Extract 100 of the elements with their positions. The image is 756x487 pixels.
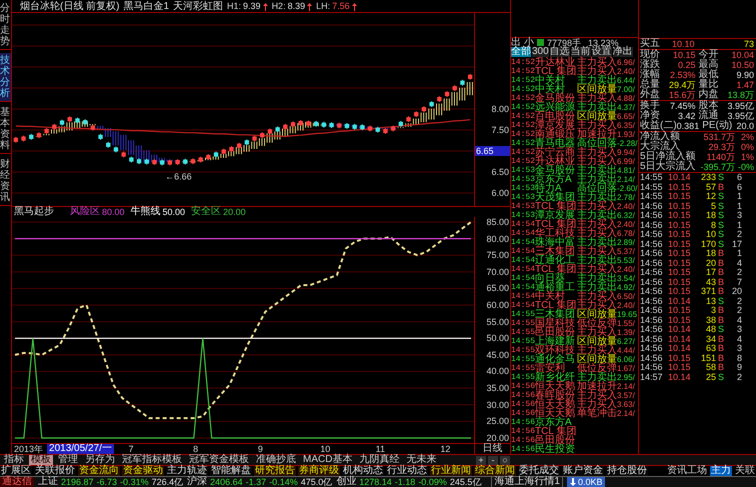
info-tab[interactable]: 主力轨迹 (166, 466, 208, 476)
feed-value: 6.06/ (617, 355, 635, 364)
feed-time: 14:52 (511, 85, 535, 94)
feed-tab[interactable]: 自选 (550, 47, 570, 57)
info-tab[interactable]: 券商评级 (298, 466, 340, 476)
signal-label: 区间放量 (577, 310, 617, 319)
panel-tab[interactable]: 主力 (710, 466, 732, 476)
date-tick-label: 11 (374, 444, 386, 454)
signal-label: 主力买入 (577, 229, 617, 238)
tick-volume: 8 (710, 220, 716, 230)
line-value: 7.56 (332, 1, 350, 12)
axis-tick-label: 75.00 (486, 250, 509, 260)
tick-time: 14:56 (640, 316, 664, 325)
template-tab[interactable]: 指标 (2, 455, 26, 465)
signal-label: 主力卖出 (577, 175, 617, 184)
template-tab[interactable]: 九阴真经 (357, 455, 402, 465)
signal-label: 低位反弹 (577, 319, 617, 328)
candlestick (236, 142, 242, 150)
info-tab[interactable]: 智能解盘 (210, 466, 252, 476)
tick-count: 6 (736, 182, 742, 192)
stock-name: 辽通化工 (535, 256, 575, 265)
panel-tab[interactable]: 关联 (734, 466, 756, 476)
side-tab[interactable]: 分时走势 (0, 1, 11, 50)
panel-tab[interactable]: 资讯工场 (666, 466, 708, 476)
candlestick (460, 79, 465, 86)
stock-name: 南通锻压 (535, 130, 576, 139)
axis-tick-label: 85.00 (486, 217, 509, 227)
price-axis-label: 7.50 (491, 125, 509, 136)
zoom-button[interactable]: - (488, 456, 498, 464)
candlestick (68, 116, 72, 123)
info-tab[interactable]: 行业新闻 (430, 466, 472, 476)
feed-value: 2.40/ (617, 220, 635, 229)
tick-count: 3 (736, 211, 742, 220)
candlestick (175, 158, 180, 166)
template-tab[interactable]: 无未来 (404, 455, 438, 465)
feed-value: 2.14/ (617, 409, 635, 418)
side-tab[interactable]: 基本资料 (0, 105, 11, 154)
feed-tab[interactable]: 全部 (511, 47, 531, 57)
template-tab[interactable]: 冠军指标模板 (120, 455, 184, 465)
info-tab[interactable]: 研究报告 (254, 466, 296, 476)
candlestick (383, 128, 388, 134)
side-tab[interactable]: 技术分析 (0, 53, 11, 102)
info-tab[interactable]: 持仓股份 (606, 466, 648, 476)
up-arrow-icon (352, 2, 357, 10)
tick-time: 14:56 (640, 325, 664, 334)
candlestick (36, 132, 42, 139)
zoom-button[interactable]: ○ (500, 456, 510, 464)
zoom-button[interactable]: + (476, 456, 486, 464)
info-tab[interactable]: 关联报价 (34, 466, 76, 476)
feed-value: 2.40/ (617, 202, 635, 211)
tick-volume: 38 (704, 316, 716, 325)
feed-value: 2.40/ (617, 301, 635, 310)
feed-time: 14:55 (511, 346, 535, 355)
stock-name: TCL 集团 (535, 427, 577, 436)
tick-volume: 48 (704, 325, 716, 334)
template-tab[interactable]: 模板 (29, 455, 53, 465)
info-tab[interactable]: 资金驱动 (122, 466, 164, 476)
info-tab[interactable]: 扩展区 (0, 466, 32, 476)
candlestick (306, 120, 311, 127)
template-tab[interactable]: 冠军资金模板 (187, 455, 251, 465)
info-tab[interactable]: 综合新闻 (474, 466, 516, 476)
feed-tab[interactable]: 当前 (570, 47, 591, 57)
feed-time: 14:54 (511, 301, 535, 310)
candlestick (244, 138, 250, 146)
tick-volume: 170 (700, 240, 716, 249)
info-tab[interactable]: 机构动态 (342, 466, 384, 476)
template-tab[interactable]: 管理 (56, 455, 80, 465)
signal-label: 主力买入 (577, 202, 617, 211)
quote-value: 9.90 (736, 70, 754, 80)
signal-label: 主力买入 (577, 400, 617, 409)
stock-name: 邑田股份 (535, 436, 575, 445)
quote-label: 现价 (640, 50, 660, 60)
info-tab[interactable]: 资金流向 (78, 466, 120, 476)
date-tick-label: 8 (192, 444, 200, 454)
template-tab[interactable]: 另存为 (83, 455, 117, 465)
feed-tab[interactable]: 300 (532, 47, 549, 57)
candlestick (398, 120, 404, 128)
date-tick-label: 10 (319, 444, 332, 454)
tick-side: S (716, 220, 725, 230)
quote-label: 股本 (698, 101, 718, 111)
feed-tab[interactable]: 净出 (612, 47, 633, 57)
template-tab[interactable]: MACD基本 (301, 455, 354, 465)
signal-label: 区间放量 (577, 85, 617, 94)
side-tab[interactable]: 财经资讯 (0, 157, 11, 206)
info-tab[interactable]: 行业动态 (386, 466, 428, 476)
feed-value: 6.50/ (617, 292, 635, 301)
axis-tick-label: 20.00 (486, 432, 509, 443)
feed-tab[interactable]: 设置 (592, 47, 612, 57)
quote-label: 量比 (698, 80, 718, 90)
candlestick (283, 123, 288, 130)
feed-time: 14:56 (511, 418, 535, 427)
ratio-value: 13.23% (588, 38, 619, 48)
candlestick (129, 156, 134, 163)
tick-volume: 58 (704, 363, 716, 372)
tick-volume: 233 (700, 173, 716, 182)
template-tab[interactable]: 准确抄底 (254, 455, 298, 465)
info-tab[interactable]: 账户资金 (562, 466, 604, 476)
info-tab[interactable]: 委托成交 (518, 466, 560, 476)
feed-value: 4.92/ (617, 283, 635, 292)
stock-name: 金马股份 (535, 166, 576, 175)
